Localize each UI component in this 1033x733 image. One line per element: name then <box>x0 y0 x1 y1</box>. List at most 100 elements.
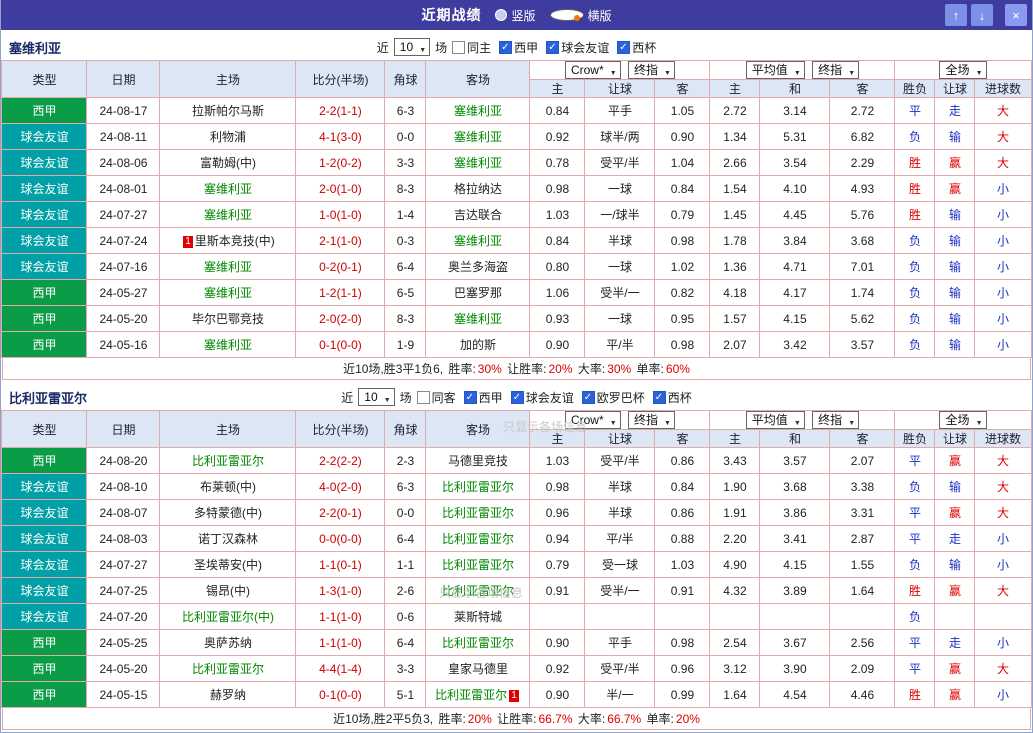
filter-checkbox[interactable]: 西甲 <box>463 389 503 406</box>
checkbox-icon[interactable] <box>452 40 466 54</box>
avg-home-odds: 3.43 <box>709 447 761 474</box>
away-team-name: 巴塞罗那 <box>453 286 502 300</box>
checkbox-icon[interactable] <box>463 390 477 404</box>
away-team-name: 加的斯 <box>459 338 496 352</box>
match-count-select[interactable]: 10 <box>393 38 431 58</box>
goals-cell <box>974 603 1032 630</box>
filter-checkbox[interactable]: 西杯 <box>617 39 656 56</box>
date-cell: 24-08-06 <box>86 149 161 176</box>
team-section-sevilla: 塞维利亚 近 10 场 同主西甲球会友谊西杯 类型 日期 主场 比分(半场) <box>1 36 1032 380</box>
handicap-away-odds: 0.86 <box>654 499 711 526</box>
scope-select[interactable]: 全场 <box>939 411 987 429</box>
result-cell: 负 <box>894 227 936 254</box>
away-team-cell: 马德里竞技 <box>425 447 531 474</box>
avg-away-odds: 2.87 <box>829 525 896 552</box>
match-row: 西甲 24-05-20 毕尔巴鄂竞技 2-0(2-0) 8-3 塞维利亚 0.93 一球 0.9… <box>1 305 1032 332</box>
column-header: 让球 <box>584 429 656 448</box>
filter-checkbox[interactable]: 同客 <box>416 389 456 406</box>
checkbox-icon[interactable] <box>510 390 524 404</box>
odds-stage-select[interactable]: 终指 <box>627 61 675 79</box>
result-group-header: 全场 <box>894 410 1032 430</box>
column-header: 让球 <box>934 429 976 448</box>
avg-draw-odds: 3.14 <box>759 97 831 124</box>
league-type-cell: 西甲 <box>1 305 88 332</box>
column-header: 主 <box>709 79 761 98</box>
score-cell: 4-1(3-0) <box>295 123 386 150</box>
scroll-up-button[interactable]: ↑ <box>945 4 967 26</box>
avg-draw-odds: 3.57 <box>759 447 831 474</box>
column-header: 客 <box>829 79 896 98</box>
summary-prefix: 近10场,胜2平5负3, <box>333 712 434 726</box>
close-button[interactable]: × <box>1005 4 1027 26</box>
radio-icon[interactable] <box>549 9 584 21</box>
handicap-line: 平手 <box>584 97 656 124</box>
handicap-line: 一球 <box>584 175 656 202</box>
match-filter-bar: 近 10 场 同客 西甲 球会友谊 欧罗巴杯 西杯 <box>341 388 692 408</box>
checkbox-icon[interactable] <box>499 40 513 54</box>
checkbox-icon[interactable] <box>652 390 666 404</box>
handicap-away-odds: 0.98 <box>654 227 711 254</box>
bookmaker-select[interactable]: Crow* <box>564 411 621 429</box>
handicap-line: 半球 <box>584 473 656 500</box>
average-select[interactable]: 平均值 <box>745 411 805 429</box>
goals-cell: 大 <box>974 499 1032 526</box>
odds-stage-select[interactable]: 终指 <box>627 411 675 429</box>
match-row: 西甲 24-05-15 赫罗纳 0-1(0-0) 5-1 比利亚雷亚尔 1 0.90 半/一 0.… <box>1 681 1032 708</box>
view-option-vertical[interactable]: 竖版 <box>495 7 536 24</box>
summary-stat-value: 60% <box>665 361 690 376</box>
handicap-home-odds: 0.80 <box>529 253 586 280</box>
checkbox-icon[interactable] <box>617 40 631 54</box>
handicap-line: 半球 <box>584 499 656 526</box>
radio-icon[interactable] <box>495 9 508 21</box>
filter-checkbox[interactable]: 欧罗巴杯 <box>581 389 645 406</box>
corner-cell: 0-0 <box>384 499 427 526</box>
handicap-result-cell: 输 <box>934 227 976 254</box>
home-team-cell: 1 里斯本竞技(中) <box>159 227 297 254</box>
filter-checkbox[interactable]: 球会友谊 <box>546 39 609 56</box>
filter-checkbox[interactable]: 同主 <box>452 39 491 56</box>
away-team-name: 比利亚雷亚尔 <box>435 688 508 702</box>
avg-home-odds: 1.45 <box>709 201 761 228</box>
column-header: 进球数 <box>974 429 1032 448</box>
avg-away-odds: 2.29 <box>829 149 896 176</box>
home-team-name: 多特蒙德(中) <box>193 506 262 520</box>
avg-draw-odds: 3.90 <box>759 655 831 682</box>
away-team-name: 塞维利亚 <box>453 156 502 170</box>
filter-checkbox[interactable]: 西甲 <box>499 39 538 56</box>
score-cell: 1-1(0-1) <box>295 551 386 578</box>
average-stage-select[interactable]: 终指 <box>812 61 860 79</box>
checkbox-label: 西甲 <box>478 390 503 405</box>
average-select[interactable]: 平均值 <box>745 61 805 79</box>
home-team-cell: 圣埃蒂安(中) <box>159 551 297 578</box>
scroll-down-button[interactable]: ↓ <box>971 4 993 26</box>
checkbox-icon[interactable] <box>416 390 430 404</box>
bookmaker-select[interactable]: Crow* <box>564 61 621 79</box>
corner-cell: 3-3 <box>384 655 427 682</box>
league-type-cell: 西甲 <box>1 447 88 474</box>
corner-cell: 6-5 <box>384 279 427 306</box>
match-count-select[interactable]: 10 <box>358 388 395 408</box>
score-cell: 2-2(2-2) <box>295 447 386 474</box>
handicap-line: 半球 <box>584 227 656 254</box>
average-odds-group-header: 平均值 终指 <box>709 60 896 80</box>
checkbox-icon[interactable] <box>581 390 595 404</box>
average-stage-select[interactable]: 终指 <box>812 411 860 429</box>
view-option-horizontal[interactable]: 横版 <box>549 7 612 24</box>
handicap-line: 一球 <box>584 253 656 280</box>
checkbox-icon[interactable] <box>546 40 560 54</box>
handicap-line: 受平/半 <box>584 655 656 682</box>
avg-draw-odds: 5.31 <box>759 123 831 150</box>
filter-checkbox[interactable]: 球会友谊 <box>510 389 574 406</box>
checkbox-label: 西杯 <box>667 390 692 405</box>
match-row: 球会友谊 24-07-24 1 里斯本竞技(中) 2-1(1-0) 0-3 塞维利亚 0.84… <box>1 227 1032 254</box>
handicap-away-odds: 0.98 <box>654 629 711 656</box>
avg-home-odds: 1.54 <box>709 175 761 202</box>
page-title: 近期战绩 <box>421 7 482 23</box>
filter-checkbox[interactable]: 西杯 <box>652 389 692 406</box>
handicap-result-cell: 赢 <box>934 577 976 604</box>
away-team-cell: 格拉纳达 <box>425 175 531 202</box>
scope-select[interactable]: 全场 <box>939 61 987 79</box>
league-type-cell: 球会友谊 <box>1 227 88 254</box>
date-cell: 24-07-27 <box>86 201 161 228</box>
date-cell: 24-05-20 <box>86 305 161 332</box>
